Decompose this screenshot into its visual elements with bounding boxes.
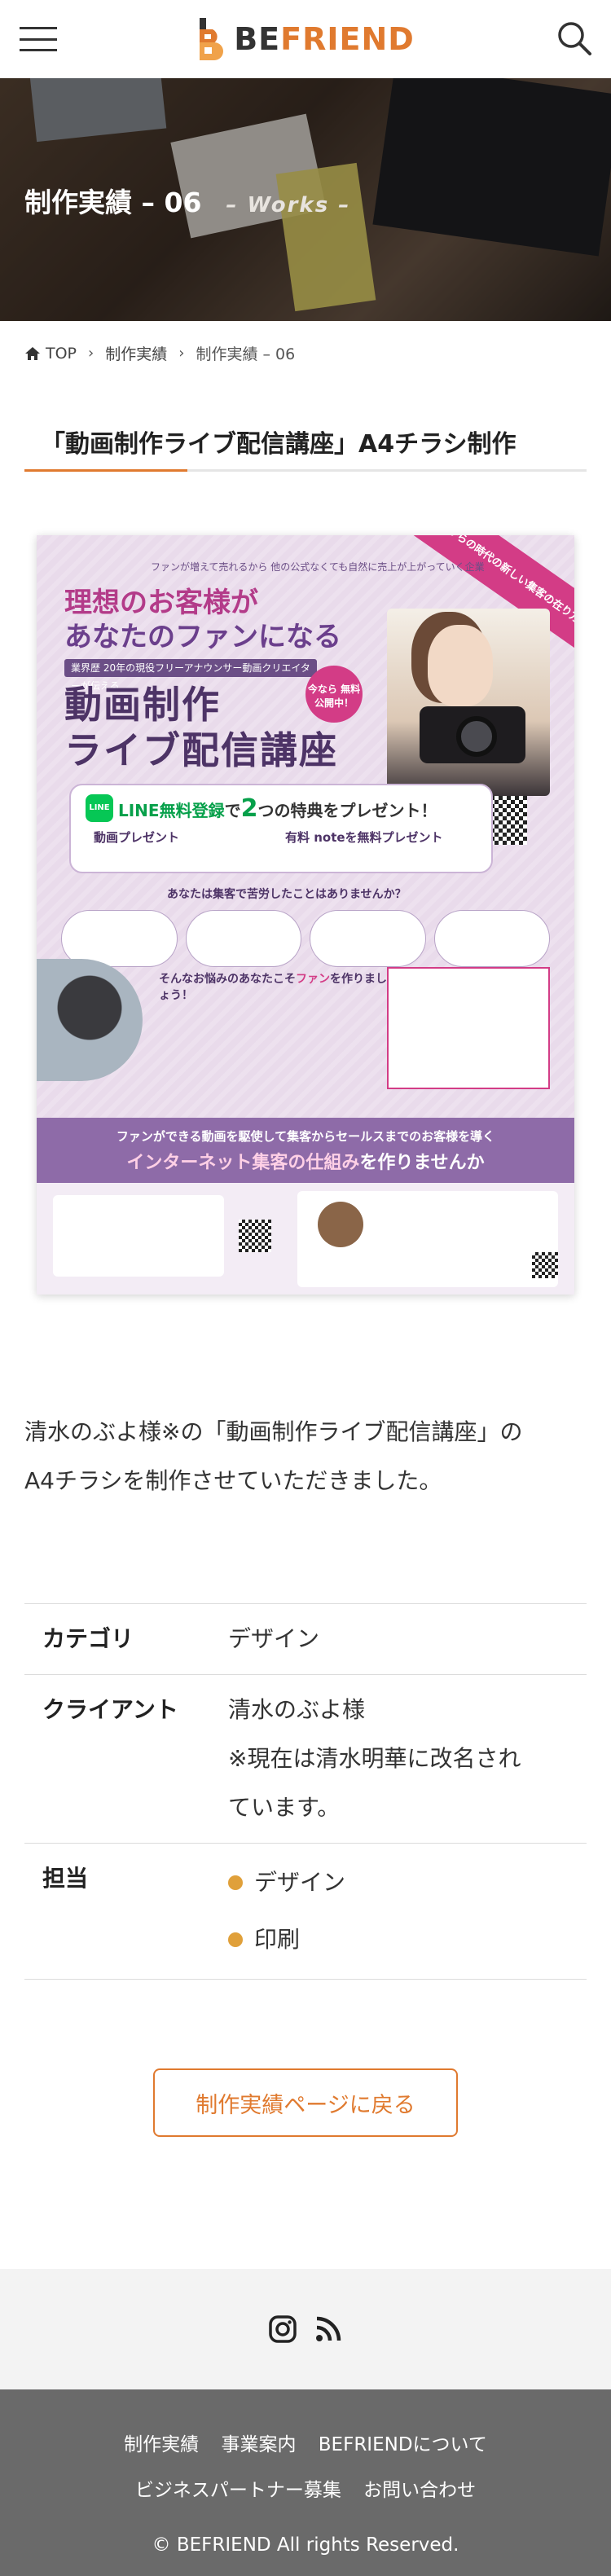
description-line-1: 清水のぶよ様※の「動画制作ライブ配信講座」の	[24, 1418, 523, 1445]
flyer-line-suffix: つの特典をプレゼント！	[257, 801, 437, 820]
copyright: © BEFRIEND All rights Reserved.	[152, 2534, 459, 2556]
flyer-portrait-face	[428, 625, 493, 706]
brand-be: BE	[234, 21, 281, 57]
info-row-category: カテゴリ デザイン	[24, 1604, 587, 1675]
hero-heading: 制作実績 – 06 – Works –	[24, 181, 350, 220]
flyer-line-num: 2	[240, 794, 258, 823]
flyer-sub-bar: 業界歴 20年の現役フリーアナウンサー動画クリエイターが伝える	[64, 659, 317, 692]
back-to-works-button[interactable]: 制作実績ページに戻る	[153, 2068, 458, 2137]
qr-code-icon	[239, 1220, 271, 1252]
info-value: デザイン 印刷	[228, 1854, 587, 1968]
site-footer: 制作実績 事業案内 BEFRIENDについて ビジネスパートナー募集 お問い合わ…	[0, 2389, 611, 2576]
list-item: 印刷	[228, 1911, 587, 1968]
flyer-checkbox-list	[53, 1195, 224, 1277]
footer-nav: 制作実績 事業案内 BEFRIENDについて ビジネスパートナー募集 お問い合わ…	[0, 2422, 611, 2513]
role-tag: デザイン	[254, 1869, 346, 1896]
info-value: デザイン	[228, 1625, 320, 1652]
role-tag: 印刷	[254, 1926, 301, 1953]
flyer-checklist	[387, 967, 550, 1089]
footer-link-contact[interactable]: お問い合わせ	[363, 2480, 476, 2501]
avatar	[318, 1202, 363, 1247]
brand-friend: FRIEND	[280, 21, 415, 57]
flyer-headline: 理想のお客様が あなたのファンになる	[64, 586, 341, 654]
work-description: 清水のぶよ様※の「動画制作ライブ配信講座」の A4チラシを制作させていただきまし…	[24, 1408, 587, 1506]
flyer-tagline: ファンが増えて売れるから 他の公式なくても自然に売上が上がっていく企業	[151, 561, 485, 573]
breadcrumb-current: 制作実績 – 06	[196, 345, 296, 363]
flyer-band-2: インターネット集客の仕組み	[126, 1153, 360, 1173]
flyer-mid-text: そんなお悩みのあなたこそファンを作りましょう！	[159, 971, 387, 1004]
info-row-client: クライアント 清水のぶよ様 ※現在は清水明華に改名され ています。	[24, 1675, 587, 1844]
list-item: デザイン	[228, 1854, 587, 1911]
flyer-line-mid: で	[224, 801, 241, 820]
search-icon[interactable]	[556, 20, 593, 57]
line-icon: LINE	[86, 794, 113, 822]
brand-logo[interactable]: BEFRIEND	[196, 16, 415, 62]
hero-banner: 制作実績 – 06 – Works –	[0, 78, 611, 321]
info-row-role: 担当 デザイン 印刷	[24, 1844, 587, 1980]
hero-title: 制作実績 – 06	[24, 187, 202, 218]
social-links	[0, 2269, 611, 2389]
flyer-band-text-2: インターネット集客の仕組みを作りませんか	[37, 1148, 574, 1174]
footer-link-partner[interactable]: ビジネスパートナー募集	[135, 2480, 341, 2501]
instagram-icon[interactable]	[269, 2315, 297, 2343]
page-title: 「動画制作ライブ配信講座」A4チラシ制作	[41, 430, 516, 459]
breadcrumb-works[interactable]: 制作実績	[105, 342, 167, 364]
home-icon	[25, 346, 40, 360]
footer-link-business[interactable]: 事業案内	[221, 2434, 296, 2455]
footer-link-works[interactable]: 制作実績	[124, 2434, 199, 2455]
chevron-right-icon: ›	[178, 345, 185, 362]
role-tags: デザイン 印刷	[228, 1854, 587, 1968]
info-label: クライアント	[42, 1696, 178, 1723]
flyer-mid-1: そんなお悩みのあなたこそ	[159, 973, 296, 986]
breadcrumb-top[interactable]: TOP	[46, 345, 77, 363]
flyer-main-title-1: 動画制作	[64, 683, 221, 727]
flyer-headline-1: 理想のお客様が	[64, 587, 258, 619]
flyer-band-3: を作りませんか	[359, 1153, 485, 1173]
breadcrumb: TOP › 制作実績 › 制作実績 – 06	[24, 342, 295, 364]
bullet-dot-icon	[228, 1875, 243, 1890]
flyer-main-title: 動画制作 ライブ配信講座	[64, 682, 338, 773]
flyer-headline-2: あなたのファンになる	[64, 621, 341, 653]
flyer-band-text-1: ファンができる動画を駆使して集客からセールスまでのお客様を導く	[116, 1129, 495, 1144]
client-note: ※現在は清水明華に改名され	[228, 1745, 521, 1772]
info-label: カテゴリ	[42, 1625, 134, 1652]
client-name: 清水のぶよ様	[228, 1696, 366, 1723]
description-line-2: A4チラシを制作させていただきました。	[24, 1467, 442, 1494]
flyer-main-title-2: ライブ配信講座	[64, 728, 338, 772]
work-info-table: カテゴリ デザイン クライアント 清水のぶよ様 ※現在は清水明華に改名され てい…	[24, 1603, 587, 1980]
camera-lens	[456, 716, 497, 757]
site-header: BEFRIEND	[0, 0, 611, 78]
hero-subtitle: – Works –	[226, 193, 351, 218]
bullet-dot-icon	[228, 1932, 243, 1947]
info-label: 担当	[42, 1865, 89, 1892]
qr-code-icon	[532, 1252, 558, 1278]
flyer-bubbles	[61, 910, 550, 967]
title-underline	[24, 469, 587, 472]
flyer-line-text: LINE無料登録で2つの特典をプレゼント！	[118, 794, 437, 823]
info-value: 清水のぶよ様 ※現在は清水明華に改名され ています。	[228, 1686, 587, 1832]
client-note-cont: ています。	[228, 1794, 341, 1821]
logo-mark-icon	[200, 18, 224, 60]
flyer-badge: 今なら 無料公開中！	[306, 666, 363, 723]
footer-link-about[interactable]: BEFRIENDについて	[319, 2434, 487, 2455]
flyer-perk-2: 有料 noteを無料プレゼント	[285, 830, 443, 845]
rss-icon[interactable]	[314, 2315, 342, 2343]
chevron-right-icon: ›	[88, 345, 95, 362]
flyer-question: あなたは集客で苦労したことはありませんか？	[167, 888, 407, 901]
flyer-image: これからの時代の新しい集客の在り方 ファンが増えて売れるから 他の公式なくても自…	[37, 535, 574, 1295]
flyer-perk-1: 動画プレゼント	[94, 830, 180, 845]
brand-wordmark: BEFRIEND	[234, 21, 415, 57]
hamburger-menu-icon[interactable]	[20, 24, 59, 54]
title-underline-accent	[24, 469, 187, 472]
flyer-mid-2: ファン	[296, 973, 330, 986]
flyer-line-prefix: LINE無料登録	[118, 801, 225, 820]
